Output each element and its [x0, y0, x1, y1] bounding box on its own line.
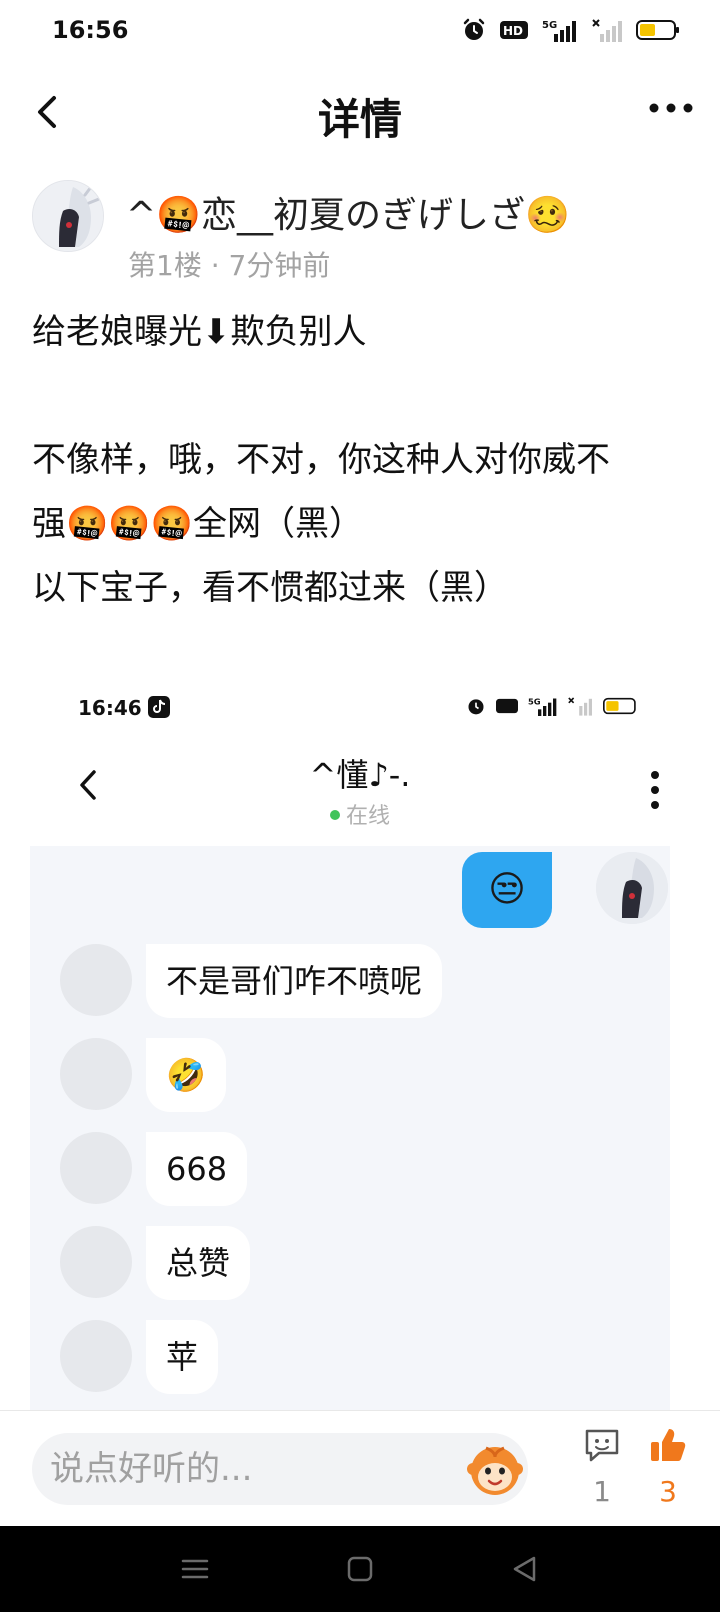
message-row: 不是哥们咋不喷呢 [60, 944, 660, 1020]
like-count: 3 [659, 1475, 677, 1508]
message-row: 苹 [60, 1320, 660, 1396]
svg-text:5G: 5G [542, 20, 557, 31]
peer-avatar[interactable] [60, 1038, 132, 1110]
reply-count: 1 [593, 1475, 611, 1508]
post-meta: 第1楼 · 7分钟前 [128, 244, 330, 284]
5g-signal-icon: 5G [528, 696, 557, 716]
status-time: 16:56 [52, 16, 129, 44]
comment-input[interactable] [32, 1433, 528, 1505]
hd-icon [496, 698, 518, 714]
nav-back-button[interactable] [510, 1554, 540, 1584]
status-icons: HD 5G [462, 18, 680, 42]
battery-icon [603, 697, 636, 715]
message-bubble[interactable]: 不是哥们咋不喷呢 [146, 944, 443, 1018]
peer-avatar[interactable] [60, 1320, 132, 1392]
system-navigation-bar [0, 1526, 720, 1612]
screenshot-status-bar: 16:46 5G [30, 690, 690, 734]
post-line: 给老娘曝光⬇欺负别人 [32, 312, 367, 352]
more-dots-icon [649, 103, 693, 113]
comment-bar: 1 3 [0, 1410, 720, 1526]
message-bubble[interactable]: 🤣 [146, 1038, 226, 1112]
more-vertical-icon [651, 771, 659, 809]
message-row: 🤣 [60, 1038, 660, 1114]
peer-avatar[interactable] [60, 1226, 132, 1298]
post-line [32, 364, 692, 428]
post-content: 给老娘曝光⬇欺负别人 不像样，哦，不对，你这种人对你威不 强🤬🤬🤬全网（黑） 以… [32, 300, 692, 620]
no-signal-icon [592, 19, 622, 42]
reply-button[interactable]: 1 [580, 1425, 624, 1515]
home-icon [347, 1556, 373, 1582]
no-signal-icon [568, 697, 592, 716]
anime-avatar-image [33, 181, 103, 251]
page-title: 详情 [317, 95, 402, 144]
post-line: 强🤬🤬🤬全网（黑） [32, 504, 364, 544]
chat-area: 😒 不是哥们咋不喷呢 🤣 668 总赞 苹 [30, 846, 670, 1410]
peer-avatar[interactable] [60, 1132, 132, 1204]
thumbs-up-icon [651, 1429, 686, 1461]
back-triangle-icon [513, 1556, 536, 1582]
alarm-icon [463, 18, 485, 40]
attached-screenshot[interactable]: 16:46 5G ^懂♪-. 在线 😒 不是哥们咋不喷呢 🤣 668 总赞 苹 [30, 690, 690, 1410]
post-line: 不像样，哦，不对，你这种人对你威不 [32, 440, 610, 480]
my-message-bubble[interactable]: 😒 [462, 852, 552, 928]
message-bubble[interactable]: 668 [146, 1132, 248, 1206]
5g-signal-icon: 5G [542, 20, 576, 42]
author-avatar[interactable] [32, 180, 104, 252]
menu-icon [181, 1559, 209, 1579]
battery-icon [636, 20, 679, 40]
screenshot-status-icons: 5G [466, 696, 640, 716]
peer-avatar[interactable] [60, 944, 132, 1016]
message-bubble[interactable]: 总赞 [146, 1226, 251, 1300]
status-bar: 16:56 HD 5G [0, 0, 720, 64]
meta-separator: · [210, 249, 220, 282]
anime-avatar-image [596, 852, 668, 924]
alarm-icon [468, 699, 484, 715]
comment-bubble-icon [585, 1429, 619, 1462]
screenshot-status-time: 16:46 [78, 696, 142, 720]
tiktok-icon [148, 696, 170, 718]
my-avatar[interactable] [596, 852, 668, 924]
post-line: 以下宝子，看不惯都过来（黑） [32, 568, 508, 608]
svg-text:HD: HD [503, 24, 523, 38]
svg-text:5G: 5G [528, 696, 541, 706]
post-time: 7分钟前 [228, 249, 331, 282]
floor-label: 第1楼 [128, 249, 202, 282]
message-bubble[interactable]: 苹 [146, 1320, 219, 1394]
nav-menu-button[interactable] [180, 1554, 210, 1584]
chat-contact-name: ^懂♪-. [309, 756, 411, 794]
online-dot-icon [329, 810, 340, 820]
emoji-mascot-button[interactable] [466, 1439, 524, 1499]
nav-home-button[interactable] [345, 1554, 375, 1584]
more-button[interactable] [648, 100, 694, 116]
monkey-mascot-icon [467, 1446, 523, 1495]
page-header: 详情 [0, 72, 720, 152]
hd-icon: HD [500, 21, 528, 39]
chat-more-button[interactable] [650, 770, 660, 810]
message-row: 总赞 [60, 1226, 660, 1302]
like-button[interactable]: 3 [646, 1425, 690, 1515]
online-status: 在线 [30, 798, 690, 830]
online-status-label: 在线 [345, 804, 390, 829]
author-username[interactable]: ^🤬恋__初夏のぎげしざ🥴 [126, 186, 570, 238]
message-row: 668 [60, 1132, 660, 1208]
chat-header: ^懂♪-. 在线 [30, 740, 690, 836]
unamused-emoji: 😒 [488, 869, 526, 910]
